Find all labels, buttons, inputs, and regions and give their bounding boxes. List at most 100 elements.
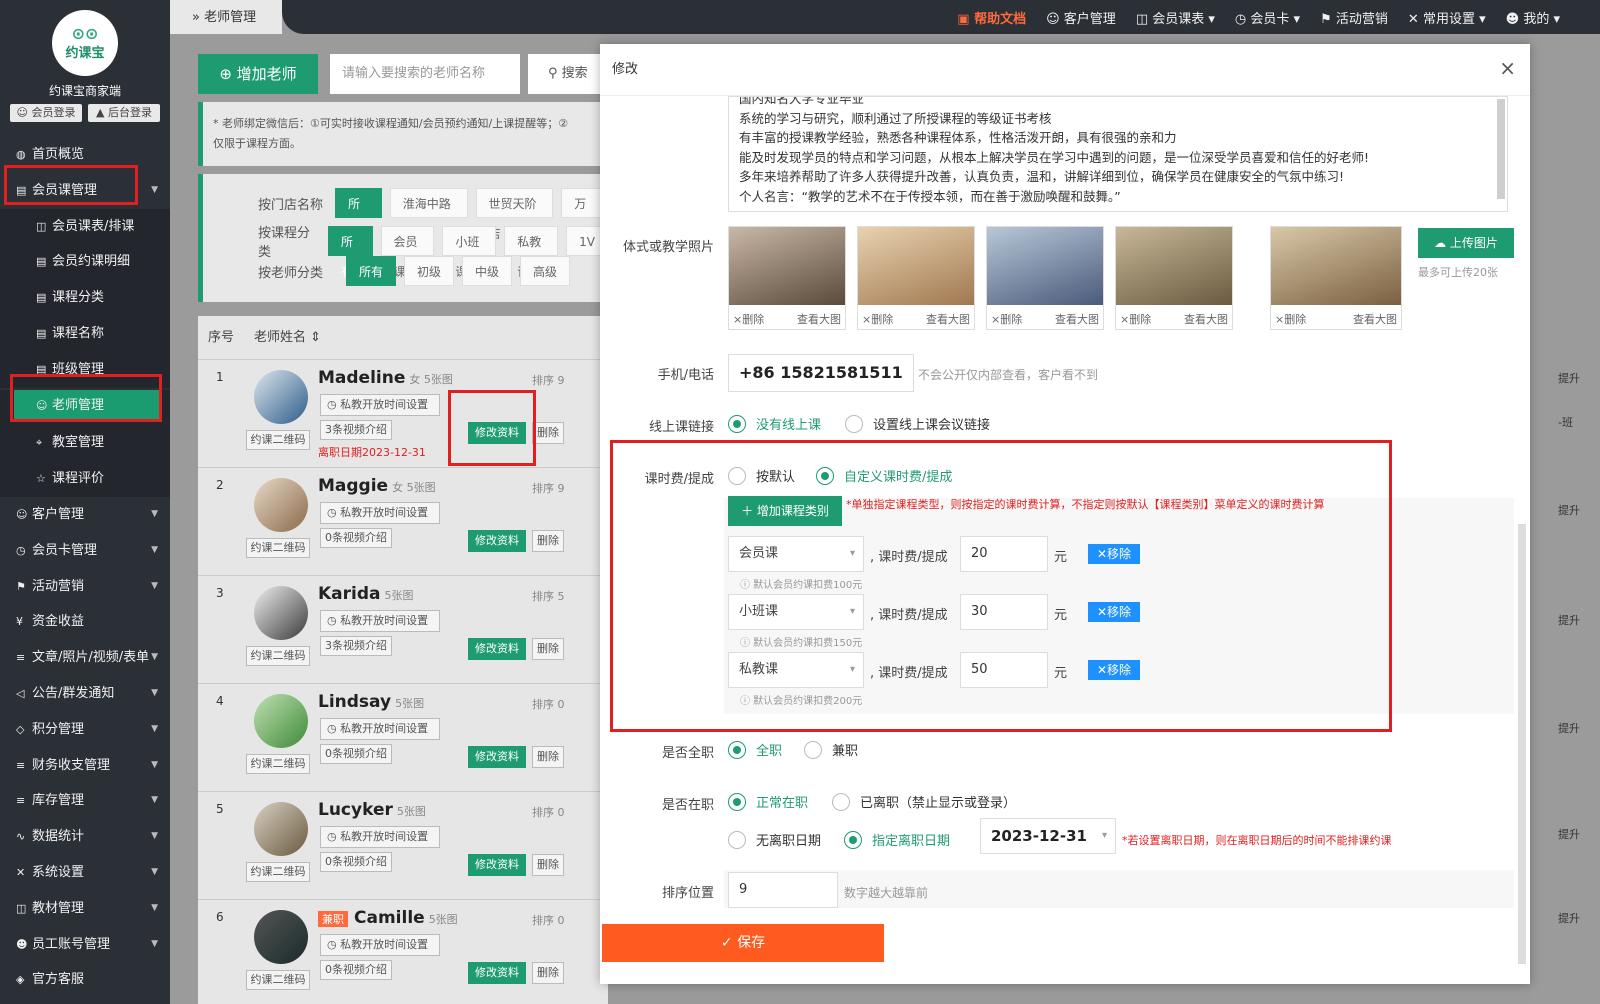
search-button[interactable]: ⚲ 搜索 <box>528 54 608 94</box>
avatar[interactable] <box>254 586 308 640</box>
delete-button[interactable]: 删除 <box>532 530 564 552</box>
private-time-button[interactable]: ◷ 私教开放时间设置 <box>320 718 440 740</box>
top-menu-schedule[interactable]: ◫ 会员课表 ▾ <box>1136 8 1215 27</box>
phone-input[interactable]: +86 15821581511 <box>728 354 914 392</box>
sort-input[interactable]: 9 <box>728 872 838 908</box>
leave-date-select[interactable]: 2023-12-31 <box>980 818 1116 854</box>
sidebar-item-course-name[interactable]: ▤ 课程名称 <box>0 315 170 352</box>
photo-view-button[interactable]: 查看大图 <box>1184 311 1228 327</box>
private-time-button[interactable]: ◷ 私教开放时间设置 <box>320 394 440 416</box>
help-link[interactable]: ▣ 帮助文档 <box>957 8 1026 27</box>
sort-icon[interactable]: ⇕ <box>310 330 321 345</box>
sidebar-item-stats[interactable]: ∿ 数据统计 ▼ <box>0 819 170 855</box>
avatar[interactable] <box>254 694 308 748</box>
avatar[interactable] <box>254 478 308 532</box>
filter-tag[interactable]: 所有 <box>346 256 397 286</box>
sidebar-item-stock[interactable]: ≡ 库存管理 ▼ <box>0 783 170 819</box>
filter-tag[interactable]: 私教课 <box>504 226 559 279</box>
bio-textarea[interactable]: 国内知名大学专业毕业 系统的学习与研究，顺利通过了所授课程的等级证书考核 有丰富… <box>728 96 1508 212</box>
video-intro-button[interactable]: 0条视频介绍 <box>320 960 392 980</box>
top-menu-customer[interactable]: ☺ 客户管理 <box>1046 8 1116 27</box>
filter-tag[interactable]: 世贸天阶店 <box>475 188 554 241</box>
qr-code-button[interactable]: 约课二维码 <box>246 862 310 882</box>
scrollbar[interactable] <box>1497 99 1505 199</box>
radio-parttime[interactable]: 兼职 <box>804 740 858 759</box>
edit-button[interactable]: 修改资料 <box>468 530 526 552</box>
sidebar-item-customer[interactable]: ☺ 客户管理 ▼ <box>0 497 170 533</box>
photo-view-button[interactable]: 查看大图 <box>797 311 841 327</box>
top-menu-card[interactable]: ◷ 会员卡 ▾ <box>1235 8 1300 27</box>
radio-fulltime[interactable]: 全职 <box>728 740 782 759</box>
radio-set-online-link[interactable]: 设置线上课会议链接 <box>845 414 990 433</box>
video-intro-button[interactable]: 3条视频介绍 <box>320 420 392 440</box>
sidebar-item-points[interactable]: ◇ 积分管理 ▼ <box>0 712 170 748</box>
sidebar-item-card[interactable]: ◷ 会员卡管理 ▼ <box>0 533 170 569</box>
filter-tag[interactable]: 初级 <box>404 256 455 286</box>
member-login-button[interactable]: ☺ 会员登录 <box>10 104 82 122</box>
delete-button[interactable]: 删除 <box>532 422 564 444</box>
photo-delete-button[interactable]: ×删除 <box>862 311 893 327</box>
radio-no-leave-date[interactable]: 无离职日期 <box>728 830 821 849</box>
photo-view-button[interactable]: 查看大图 <box>1055 311 1099 327</box>
radio-no-online[interactable]: 没有线上课 <box>728 414 821 433</box>
filter-tag[interactable]: 中级 <box>462 256 513 286</box>
upload-button[interactable]: ☁ 上传图片 <box>1418 228 1514 258</box>
top-menu-me[interactable]: ☻ 我的 ▾ <box>1506 8 1560 27</box>
sidebar-item-schedule[interactable]: ◫ 会员课表/排课 <box>0 208 170 245</box>
filter-tag[interactable]: 高级 <box>520 256 571 286</box>
filter-tag[interactable]: 所有 <box>335 188 382 241</box>
teacher-photo[interactable] <box>858 227 974 305</box>
search-input[interactable]: 请输入要搜索的老师名称 <box>330 54 520 94</box>
filter-tag[interactable]: 会员课 <box>380 226 435 279</box>
sidebar-item-booking-detail[interactable]: ▤ 会员约课明细 <box>0 244 170 281</box>
teacher-photo[interactable] <box>729 227 845 305</box>
sidebar-item-settings[interactable]: ✕ 系统设置 ▼ <box>0 855 170 891</box>
add-teacher-button[interactable]: ⊕ 增加老师 <box>198 54 318 94</box>
sidebar-item-materials[interactable]: ◫ 教材管理 ▼ <box>0 891 170 927</box>
video-intro-button[interactable]: 0条视频介绍 <box>320 528 392 548</box>
private-time-button[interactable]: ◷ 私教开放时间设置 <box>320 610 440 632</box>
avatar[interactable] <box>254 910 308 964</box>
photo-delete-button[interactable]: ×删除 <box>1275 311 1306 327</box>
filter-tag[interactable]: 淮海中路店 <box>389 188 468 241</box>
sidebar-item-course-category[interactable]: ▤ 课程分类 <box>0 280 170 316</box>
filter-tag[interactable]: 小班课 <box>442 226 497 279</box>
delete-button[interactable]: 删除 <box>532 854 564 876</box>
sidebar-item-funds[interactable]: ¥ 资金收益 <box>0 604 170 640</box>
edit-button[interactable]: 修改资料 <box>468 962 526 984</box>
video-intro-button[interactable]: 0条视频介绍 <box>320 744 392 764</box>
photo-view-button[interactable]: 查看大图 <box>1353 311 1397 327</box>
private-time-button[interactable]: ◷ 私教开放时间设置 <box>320 826 440 848</box>
qr-code-button[interactable]: 约课二维码 <box>246 646 310 666</box>
video-intro-button[interactable]: 3条视频介绍 <box>320 636 392 656</box>
admin-login-button[interactable]: ▲ 后台登录 <box>88 104 160 122</box>
avatar[interactable] <box>254 802 308 856</box>
sidebar-item-finance[interactable]: ≡ 财务收支管理 ▼ <box>0 748 170 784</box>
delete-button[interactable]: 删除 <box>532 638 564 660</box>
sidebar-item-review[interactable]: ☆ 课程评价 <box>0 461 170 497</box>
edit-button[interactable]: 修改资料 <box>468 746 526 768</box>
qr-code-button[interactable]: 约课二维码 <box>246 754 310 774</box>
avatar[interactable] <box>254 370 308 424</box>
top-menu-settings[interactable]: ✕ 常用设置 ▾ <box>1408 8 1486 27</box>
sidebar-item-marketing[interactable]: ⚑ 活动营销 ▼ <box>0 569 170 605</box>
sidebar-item-staff[interactable]: ☻ 员工账号管理 ▼ <box>0 927 170 963</box>
photo-delete-button[interactable]: ×删除 <box>991 311 1022 327</box>
sidebar-item-notice[interactable]: ◁ 公告/群发通知 ▼ <box>0 676 170 712</box>
qr-code-button[interactable]: 约课二维码 <box>246 970 310 990</box>
teacher-photo[interactable] <box>987 227 1103 305</box>
radio-left[interactable]: 已离职（禁止显示或登录） <box>832 792 1016 811</box>
qr-code-button[interactable]: 约课二维码 <box>246 538 310 558</box>
save-button[interactable]: ✓ 保存 <box>602 924 884 962</box>
radio-employed[interactable]: 正常在职 <box>728 792 808 811</box>
close-icon[interactable]: × <box>1499 44 1516 92</box>
radio-set-leave-date[interactable]: 指定离职日期 <box>844 830 950 849</box>
private-time-button[interactable]: ◷ 私教开放时间设置 <box>320 934 440 956</box>
photo-view-button[interactable]: 查看大图 <box>926 311 970 327</box>
delete-button[interactable]: 删除 <box>532 962 564 984</box>
sidebar-item-articles[interactable]: ≡ 文章/照片/视频/表单 ▼ <box>0 640 170 676</box>
sidebar-item-classroom[interactable]: ⌖ 教室管理 <box>0 425 170 462</box>
edit-button[interactable]: 修改资料 <box>468 854 526 876</box>
delete-button[interactable]: 删除 <box>532 746 564 768</box>
photo-delete-button[interactable]: ×删除 <box>733 311 764 327</box>
